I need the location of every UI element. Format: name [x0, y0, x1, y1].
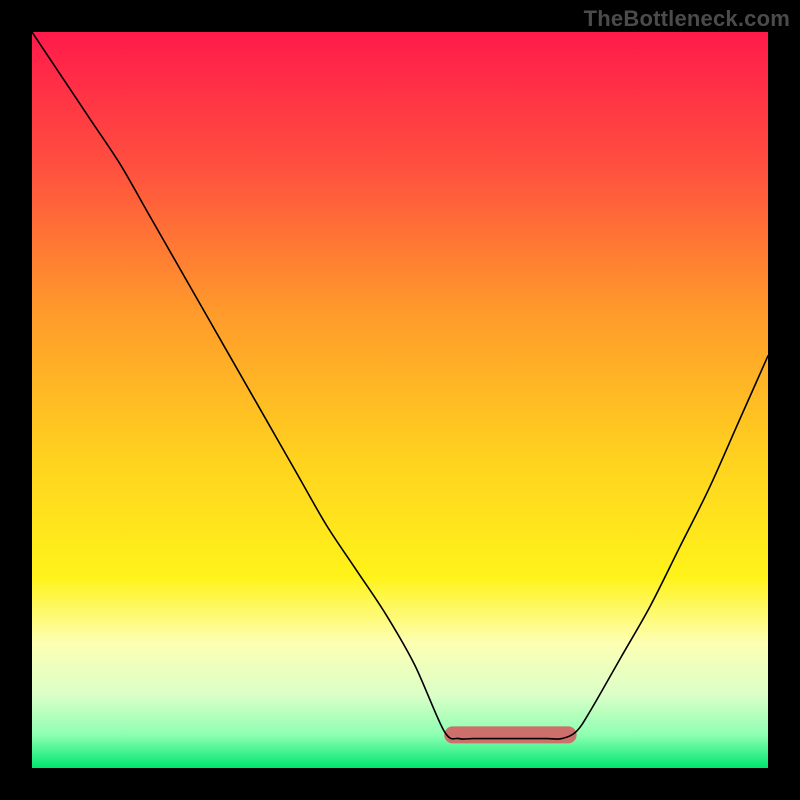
- plot-area: [32, 32, 768, 768]
- optimal-zone-marker: [444, 726, 576, 743]
- chart-frame: TheBottleneck.com: [0, 0, 800, 800]
- watermark-text: TheBottleneck.com: [584, 6, 790, 32]
- chart-svg: [32, 32, 768, 768]
- gradient-background: [32, 32, 768, 768]
